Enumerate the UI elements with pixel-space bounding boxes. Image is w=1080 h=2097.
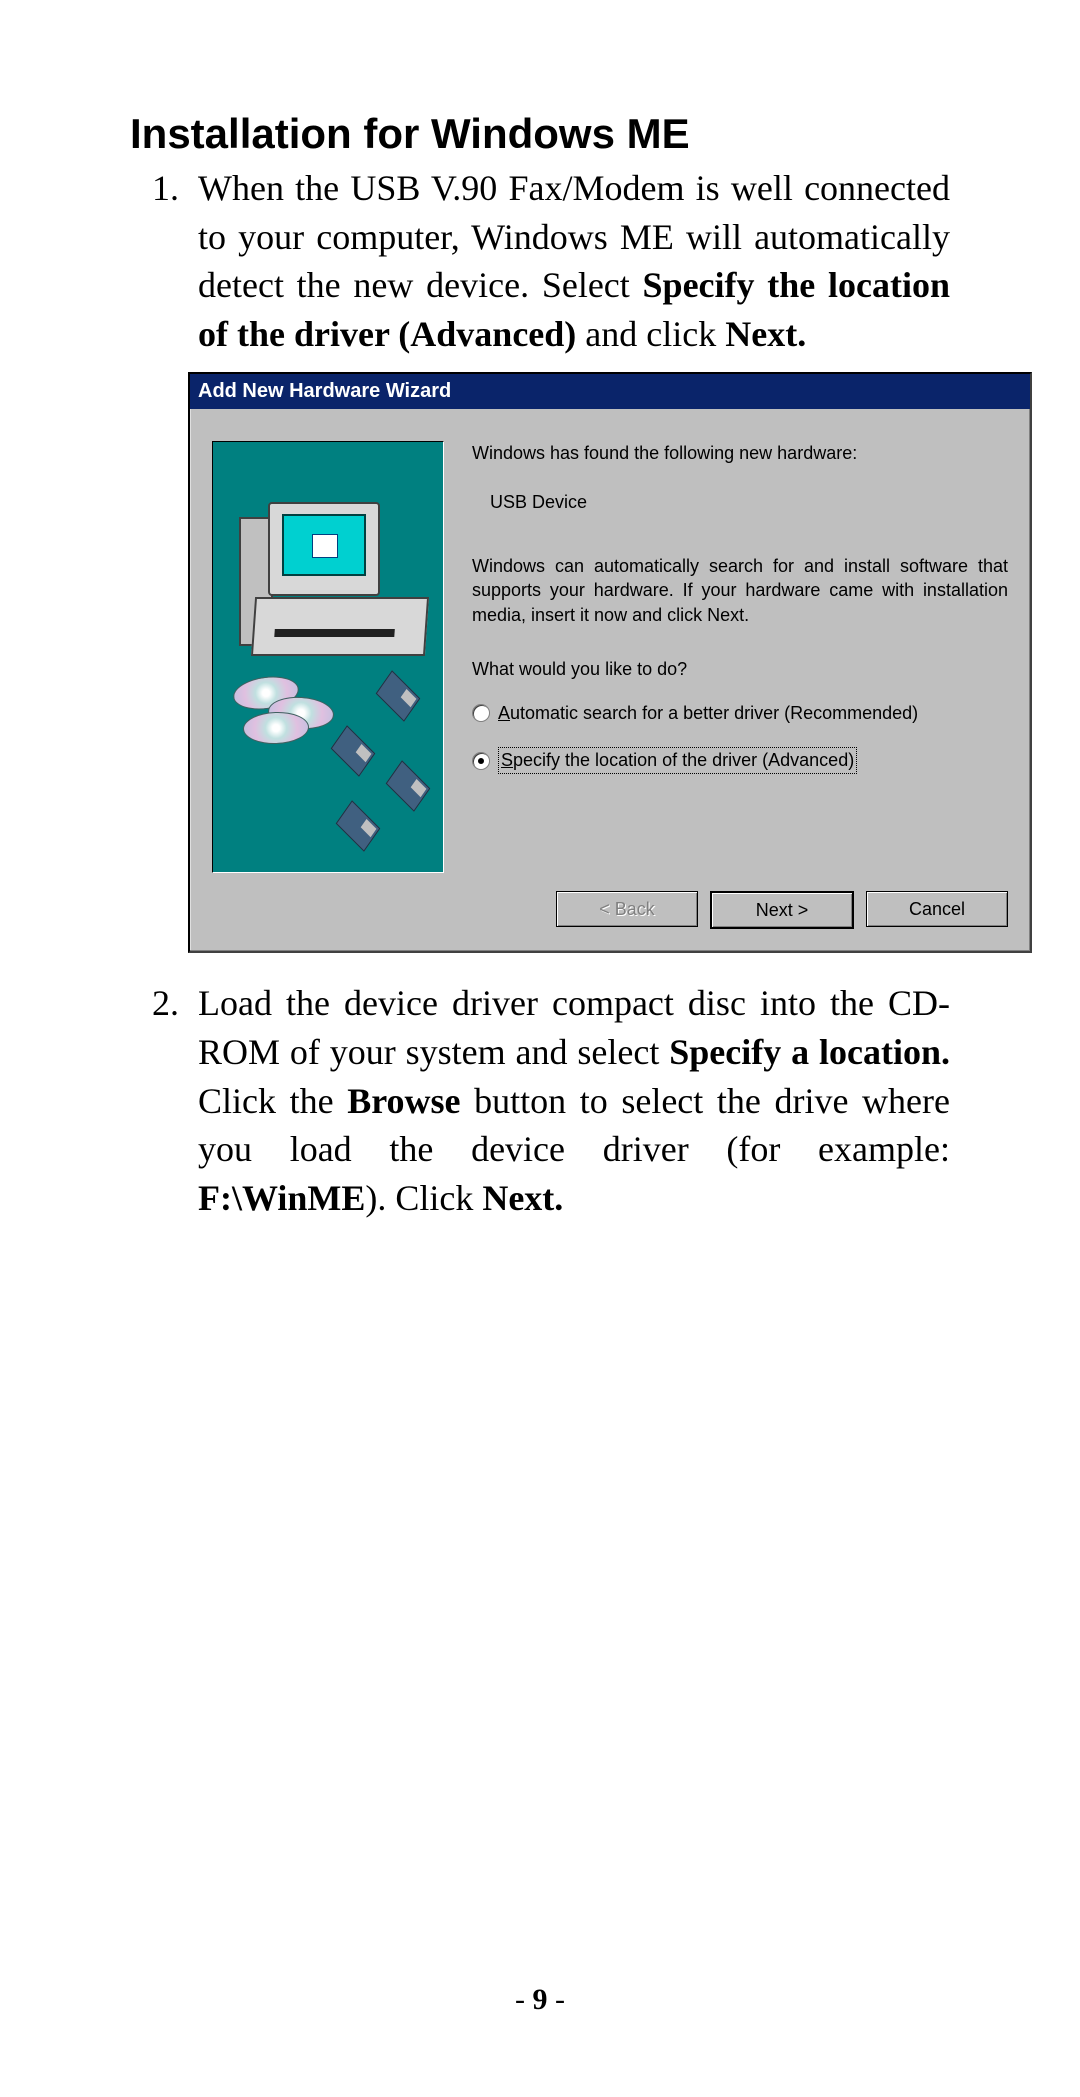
page-heading: Installation for Windows ME	[130, 110, 950, 158]
step2-text-h: Next.	[482, 1178, 563, 1218]
monitor-icon	[268, 502, 380, 596]
floppy-icon	[376, 671, 421, 723]
step-2: Load the device driver compact disc into…	[188, 979, 950, 1222]
dialog-titlebar: Add New Hardware Wizard	[190, 374, 1030, 409]
found-text: Windows has found the following new hard…	[472, 441, 1008, 465]
floppy-icon	[386, 761, 431, 813]
step-1: When the USB V.90 Fax/Modem is well conn…	[188, 164, 950, 953]
step2-text-f: F:\WinME	[198, 1178, 365, 1218]
radio-icon-selected	[472, 752, 490, 770]
floppy-icon	[331, 726, 376, 778]
page-number: - 9 -	[0, 1983, 1080, 2017]
device-name: USB Device	[490, 490, 1008, 514]
computer-base-icon	[251, 597, 429, 656]
floppy-icon	[336, 801, 381, 853]
step2-text-b: Specify a location.	[669, 1032, 950, 1072]
radio-option-automatic[interactable]: Automatic search for a better driver (Re…	[472, 701, 1008, 725]
step1-text-d: Next.	[725, 314, 806, 354]
step2-text-g: ). Click	[365, 1178, 482, 1218]
radio-label-specify: Specify the location of the driver (Adva…	[498, 747, 857, 773]
cd-icon	[242, 711, 309, 745]
wizard-graphic	[212, 441, 444, 873]
wizard-dialog: Add New Hardware Wizard	[188, 372, 1032, 953]
step2-text-d: Browse	[347, 1081, 460, 1121]
back-button: < Back	[556, 891, 698, 927]
radio-option-specify[interactable]: Specify the location of the driver (Adva…	[472, 747, 1008, 773]
prompt-text: What would you like to do?	[472, 657, 1008, 681]
cancel-button[interactable]: Cancel	[866, 891, 1008, 927]
step2-text-c: Click the	[198, 1081, 347, 1121]
next-button[interactable]: Next >	[710, 891, 854, 929]
radio-icon	[472, 704, 490, 722]
step1-text-c: and click	[576, 314, 725, 354]
radio-label-automatic: Automatic search for a better driver (Re…	[498, 701, 918, 725]
description-text: Windows can automatically search for and…	[472, 554, 1008, 627]
